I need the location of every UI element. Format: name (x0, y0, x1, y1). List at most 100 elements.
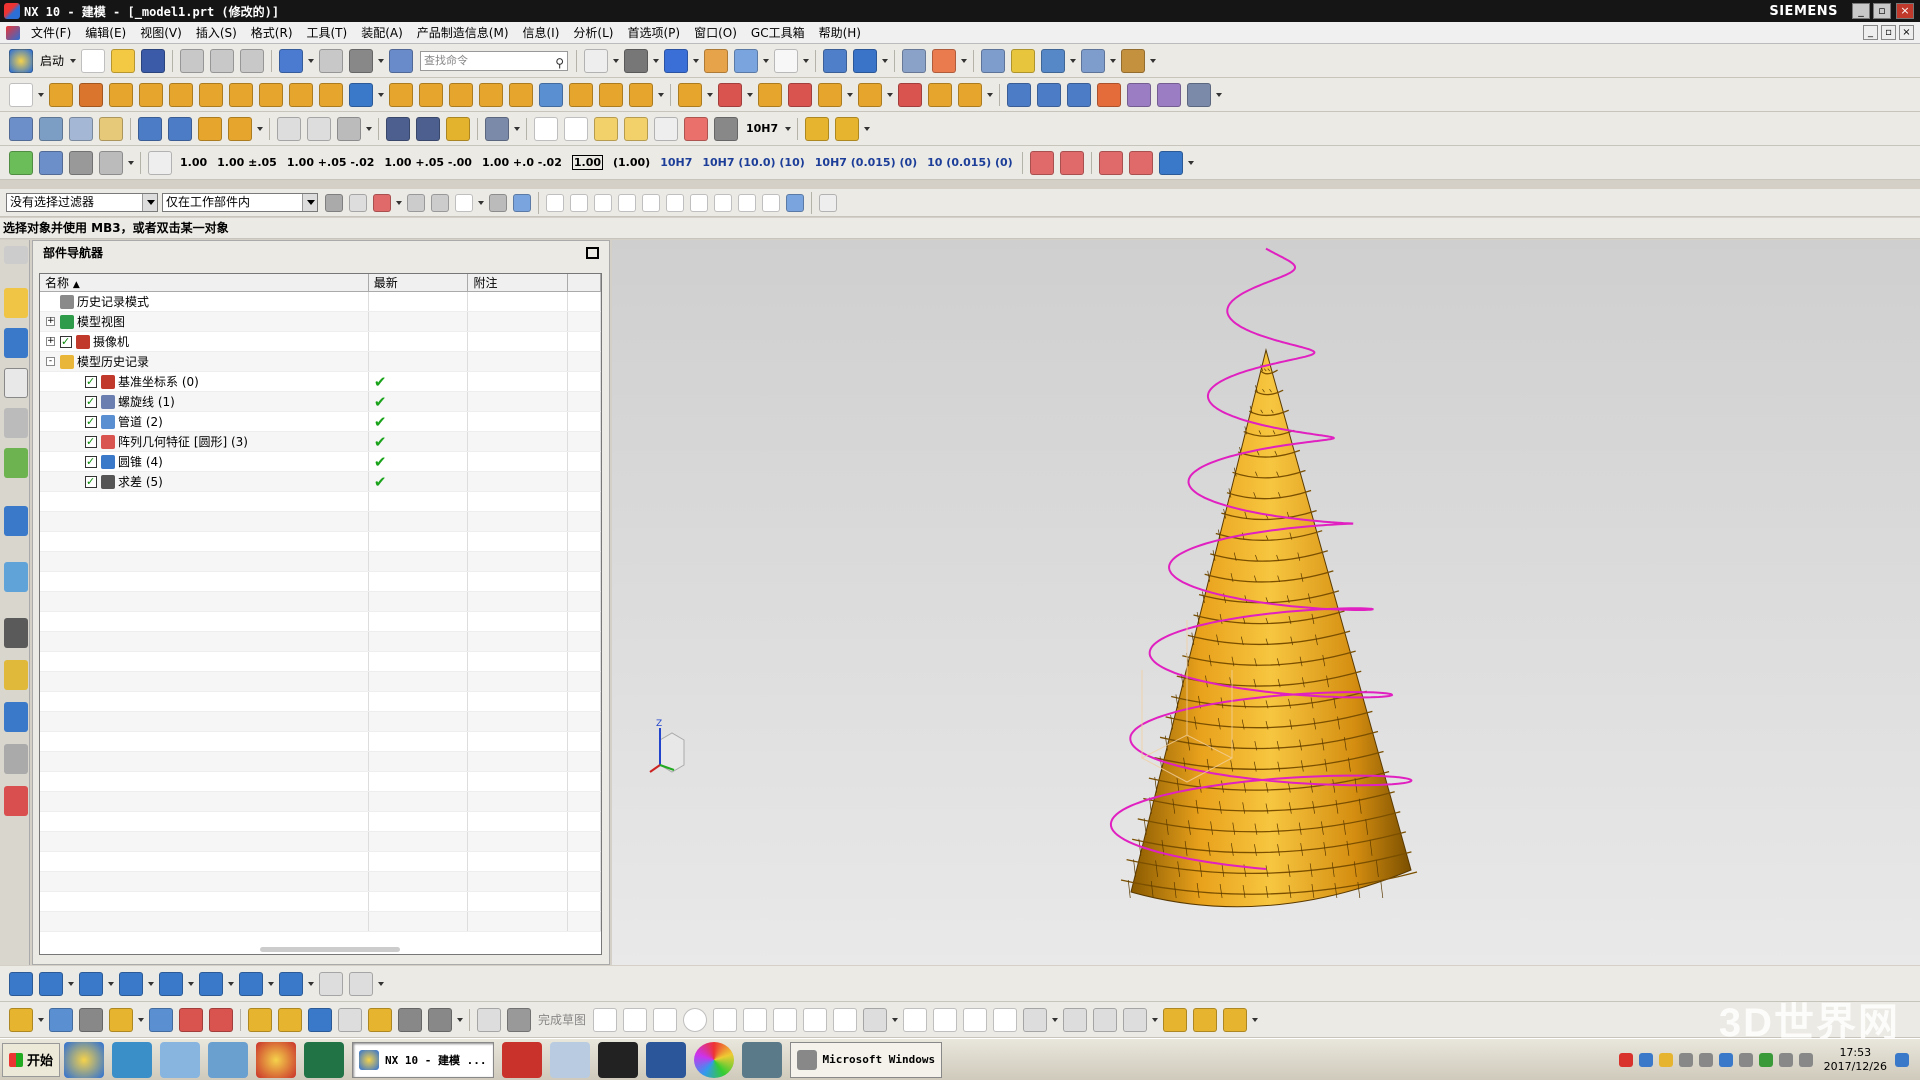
revolve-icon[interactable] (79, 82, 103, 107)
edge-blend-icon[interactable] (569, 82, 593, 107)
menu-window[interactable]: 窗口(O) (687, 22, 744, 44)
tree-row[interactable]: 管道 (2) ✔ (40, 412, 601, 432)
roles-icon[interactable] (4, 660, 28, 690)
snap-intersection-icon[interactable] (666, 193, 684, 212)
ruler-icon[interactable] (1121, 48, 1146, 73)
column-name-header[interactable]: 名称 ▲ (40, 274, 369, 291)
excel-icon[interactable] (304, 1041, 345, 1078)
geometric-constraint-icon[interactable] (993, 1007, 1018, 1032)
layer-settings-icon[interactable] (39, 116, 63, 141)
command-finder-icon[interactable] (389, 48, 414, 73)
command-search-input[interactable]: 查找命令 ⚲ (420, 50, 569, 71)
orient-view-icon[interactable] (664, 48, 689, 73)
subtract-feature-icon[interactable] (419, 82, 443, 107)
visibility-checkbox[interactable] (85, 452, 97, 471)
history-clock-icon[interactable] (4, 618, 28, 648)
delete-face-icon[interactable] (718, 82, 742, 107)
expand-icon[interactable]: + (46, 317, 55, 326)
facet-icon[interactable] (79, 1007, 103, 1032)
alternate-solution-icon[interactable] (1223, 1007, 1248, 1032)
finish-sketch-icon[interactable] (507, 1007, 531, 1032)
visibility-checkbox[interactable] (85, 412, 97, 431)
start-button[interactable]: 开始 (2, 1042, 61, 1077)
thread-icon[interactable] (386, 116, 410, 141)
move-to-layer-icon[interactable] (69, 116, 93, 141)
link-icon[interactable] (149, 1007, 173, 1032)
copy-icon[interactable] (210, 48, 235, 73)
visibility-checkbox[interactable] (85, 392, 97, 411)
drawing-icon[interactable] (39, 971, 63, 996)
cone-feature-icon[interactable] (169, 82, 193, 107)
manufacturing-icon[interactable] (4, 744, 28, 774)
model-viewport[interactable]: Z (612, 240, 1920, 965)
quick-extend-icon[interactable] (933, 1007, 958, 1032)
curve-icon[interactable] (277, 116, 301, 141)
menu-gc-toolkit[interactable]: GC工具箱 (744, 22, 812, 44)
boss-icon[interactable] (259, 82, 283, 107)
snap-tangent-icon[interactable] (642, 193, 660, 212)
snap-midpoint-icon[interactable] (570, 193, 588, 212)
open-folder-icon[interactable] (111, 48, 136, 73)
column-latest-header[interactable]: 最新 (369, 274, 469, 291)
network-icon[interactable] (1778, 1052, 1793, 1067)
document-menu-icon[interactable] (6, 25, 20, 40)
sketch-chamfer-icon[interactable] (743, 1007, 768, 1032)
volume-icon[interactable] (1798, 1052, 1813, 1067)
system-scenes-icon[interactable] (4, 702, 28, 732)
coordinate-icon[interactable] (99, 150, 123, 175)
menu-assemblies[interactable]: 装配(A) (354, 22, 410, 44)
dim-label-9[interactable]: 10H7 (10.0) (10) (702, 157, 804, 168)
part-icon[interactable] (49, 1007, 73, 1032)
offset-icon[interactable] (863, 1007, 888, 1032)
punctuation-icon[interactable] (1678, 1052, 1693, 1067)
nx-alt-icon[interactable] (256, 1041, 297, 1078)
dim-label-6[interactable]: 1.00 (571, 155, 603, 170)
arc-icon[interactable] (653, 1007, 678, 1032)
horizontal-scrollbar[interactable] (260, 947, 400, 952)
quick-trim-icon[interactable] (903, 1007, 928, 1032)
fillet-icon[interactable] (713, 1007, 738, 1032)
rectangle-icon[interactable] (773, 1007, 798, 1032)
threaded-cone-model[interactable] (1120, 348, 1418, 908)
show-desktop-icon[interactable] (1895, 1052, 1909, 1067)
sync-icon[interactable] (928, 82, 952, 107)
app-launcher-icon[interactable] (112, 1041, 153, 1078)
datum-icon[interactable] (9, 116, 33, 141)
check-mate-icon[interactable] (485, 116, 509, 141)
snap-on-curve-icon[interactable] (594, 193, 612, 212)
tree-row[interactable]: 基准坐标系 (0) ✔ (40, 372, 601, 392)
point-icon[interactable] (833, 1007, 858, 1032)
scope-filter-select[interactable]: 仅在工作部件内 (162, 193, 318, 212)
pattern-feature-icon[interactable] (349, 82, 373, 107)
menu-edit[interactable]: 编辑(E) (78, 22, 133, 44)
restore-button[interactable]: ▫ (1873, 3, 1891, 19)
background-icon[interactable] (774, 48, 799, 73)
settings-gear-icon[interactable] (4, 246, 28, 264)
word-icon[interactable] (645, 1041, 686, 1078)
user-icon[interactable] (1718, 1052, 1733, 1067)
drag-handle-icon[interactable] (1011, 48, 1036, 73)
sheet-icon[interactable] (9, 971, 33, 996)
navigator-tree[interactable]: 名称 ▲ 最新 附注 历史记录模式 + 模型视图 + 摄像机 - 模型历史记录基准坐标系 (… (39, 273, 602, 955)
filter-reset-icon[interactable] (325, 193, 343, 212)
snap-arc-icon[interactable] (618, 193, 636, 212)
part-family-icon[interactable] (805, 116, 830, 141)
menu-format[interactable]: 格式(R) (244, 22, 300, 44)
rapid-dimension-icon[interactable] (1023, 1007, 1048, 1032)
render-style-icon[interactable] (624, 48, 649, 73)
dim-label-11[interactable]: 10 (0.015) (0) (927, 157, 1013, 168)
graphics-window[interactable]: Z (612, 240, 1920, 965)
snap-face-icon[interactable] (786, 193, 804, 212)
bridge-icon[interactable] (1157, 82, 1181, 107)
draft-icon[interactable] (629, 82, 653, 107)
spring-icon[interactable] (416, 116, 440, 141)
menu-tools[interactable]: 工具(T) (300, 22, 355, 44)
dim-label-5[interactable]: 1.00 +.0 -.02 (482, 157, 562, 168)
return-icon[interactable] (1158, 150, 1183, 175)
symbol-table-icon[interactable] (624, 116, 648, 141)
history-palette-icon[interactable] (4, 562, 28, 592)
storage-icon[interactable] (208, 1041, 249, 1078)
pocket-icon[interactable] (289, 82, 313, 107)
auto-constrain-icon[interactable] (1123, 1007, 1148, 1032)
doc-minimize-button[interactable]: _ (1863, 25, 1878, 40)
